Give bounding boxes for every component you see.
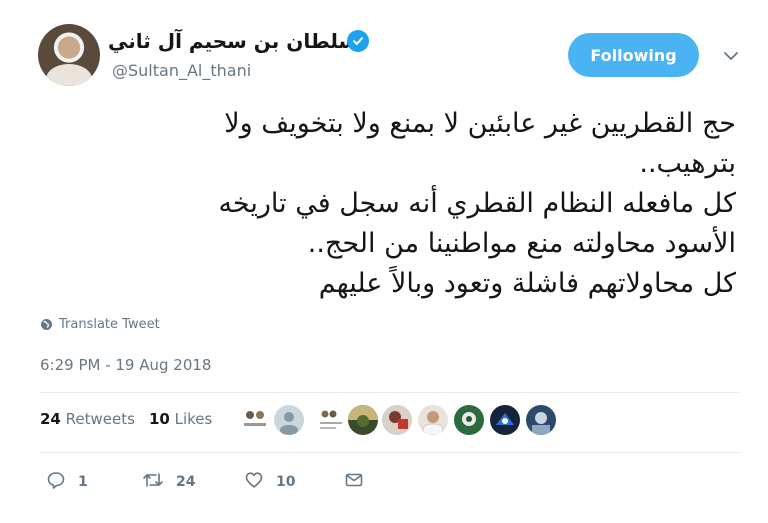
tweet-line: كل مافعله النظام القطري أنه سجل في تاريخ… (218, 188, 736, 219)
translate-tweet-link[interactable]: Translate Tweet (40, 317, 160, 332)
tweet-line: بترهيب.. (639, 148, 736, 179)
retweet-count: 24 (176, 474, 196, 490)
heart-icon (244, 470, 264, 494)
tweet-line: كل محاولاتهم فاشلة وتعود وبالاً عليهم (318, 268, 736, 299)
verified-badge-icon (347, 30, 369, 52)
user-handle[interactable]: @Sultan_Al_thani (112, 61, 251, 80)
liker-avatar[interactable] (348, 405, 378, 435)
envelope-icon (344, 470, 364, 494)
liker-avatar[interactable] (490, 405, 520, 435)
tweet-timestamp[interactable]: 6:29 PM - 19 Aug 2018 (40, 356, 211, 374)
like-count: 10 (276, 474, 296, 490)
retweets-label: Retweets (65, 410, 135, 428)
reply-icon (46, 470, 66, 494)
retweet-button[interactable]: 24 (142, 470, 195, 494)
user-avatar[interactable] (38, 24, 100, 86)
likes-count: 10 (148, 410, 170, 428)
reply-button[interactable]: 1 (46, 470, 88, 494)
tweet-line: حج القطريين غير عابئين لا بمنع ولا بتخوي… (224, 108, 736, 139)
retweets-stat[interactable]: 24 Retweets (40, 410, 135, 428)
direct-message-button[interactable] (344, 470, 364, 494)
liker-avatar[interactable] (240, 405, 270, 435)
retweet-icon (142, 470, 164, 494)
chevron-down-icon[interactable] (722, 48, 740, 62)
tweet-stats: 24 Retweets 10 Likes (40, 410, 212, 428)
tweet-actions: 1 24 10 (40, 470, 380, 492)
display-name[interactable]: سلطان بن سحيم آل ثاني (108, 29, 358, 53)
divider (40, 452, 740, 453)
tweet-header: سلطان بن سحيم آل ثاني @Sultan_Al_thani F… (0, 0, 768, 100)
retweets-count: 24 (40, 410, 61, 428)
divider (40, 392, 740, 393)
liker-avatar[interactable] (274, 405, 304, 435)
reply-count: 1 (78, 474, 88, 490)
liker-avatar[interactable] (526, 405, 556, 435)
likes-label: Likes (174, 410, 213, 428)
tweet-text: حج القطريين غير عابئين لا بمنع ولا بتخوي… (36, 104, 736, 304)
liker-avatar[interactable] (382, 405, 412, 435)
globe-icon (40, 318, 53, 331)
following-button[interactable]: Following (568, 33, 699, 77)
tweet-line: الأسود محاولته منع مواطنينا من الحج.. (307, 228, 736, 259)
likes-stat[interactable]: 10 Likes (149, 410, 212, 428)
liker-avatar[interactable] (418, 405, 448, 435)
liker-avatar[interactable] (454, 405, 484, 435)
like-button[interactable]: 10 (244, 470, 295, 494)
translate-label: Translate Tweet (59, 317, 160, 332)
liker-avatar[interactable] (316, 405, 346, 435)
